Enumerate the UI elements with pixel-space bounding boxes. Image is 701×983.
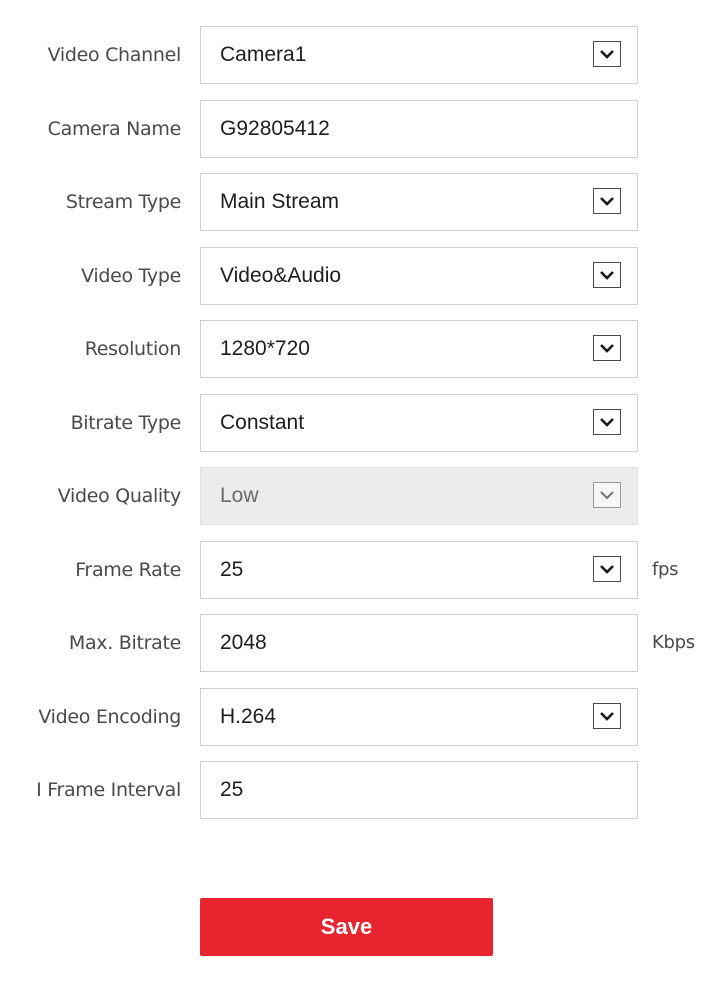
- video-quality-row: Video Quality Low: [0, 467, 701, 541]
- camera-name-label: Camera Name: [47, 117, 182, 140]
- stream-type-value: Main Stream: [220, 190, 340, 213]
- frame-rate-unit: fps: [652, 558, 679, 580]
- max-bitrate-value: 2048: [220, 631, 267, 654]
- save-button[interactable]: Save: [200, 898, 493, 956]
- video-type-select[interactable]: Video&Audio: [200, 246, 638, 305]
- max-bitrate-label: Max. Bitrate: [68, 632, 181, 654]
- video-channel-value: Camera1: [220, 43, 307, 66]
- chevron-down-icon[interactable]: [593, 408, 621, 435]
- i-frame-interval-label: I Frame Interval: [36, 779, 181, 801]
- video-type-value: Video&Audio: [220, 263, 342, 287]
- video-channel-label: Video Channel: [47, 44, 182, 66]
- stream-type-select[interactable]: Main Stream: [200, 173, 638, 231]
- resolution-value: 1280*720: [220, 337, 310, 360]
- video-quality-label: Video Quality: [57, 485, 182, 507]
- camera-name-value: G92805412: [220, 116, 330, 140]
- bitrate-type-value: Constant: [220, 410, 305, 434]
- chevron-down-icon: [593, 482, 621, 508]
- chevron-down-icon[interactable]: [593, 555, 621, 582]
- chevron-down-icon[interactable]: [593, 702, 621, 729]
- chevron-down-icon[interactable]: [593, 41, 621, 67]
- video-channel-row: Video Channel Camera1: [0, 26, 701, 100]
- resolution-row: Resolution 1280*720: [0, 320, 701, 394]
- video-settings-form: Video Channel Camera1 Camera Name G92805…: [0, 26, 701, 835]
- frame-rate-select[interactable]: 25: [200, 540, 638, 599]
- chevron-down-icon[interactable]: [593, 261, 621, 288]
- video-encoding-value: H.264: [220, 704, 277, 728]
- video-quality-select: Low: [200, 467, 638, 525]
- frame-rate-label: Frame Rate: [75, 558, 181, 581]
- camera-name-row: Camera Name G92805412: [0, 99, 701, 174]
- video-encoding-row: Video Encoding H.264: [0, 687, 701, 762]
- stream-type-label: Stream Type: [65, 191, 181, 213]
- i-frame-interval-input[interactable]: 25: [200, 761, 638, 819]
- i-frame-interval-row: I Frame Interval 25: [0, 761, 701, 835]
- chevron-down-icon[interactable]: [593, 188, 621, 214]
- video-type-row: Video Type Video&Audio: [0, 246, 701, 321]
- bitrate-type-row: Bitrate Type Constant: [0, 393, 701, 468]
- max-bitrate-row: Max. Bitrate 2048 Kbps: [0, 614, 701, 688]
- i-frame-interval-value: 25: [220, 778, 244, 801]
- video-channel-select[interactable]: Camera1: [200, 26, 638, 84]
- video-quality-value: Low: [220, 484, 259, 507]
- video-type-label: Video Type: [81, 264, 181, 287]
- camera-name-input[interactable]: G92805412: [200, 99, 638, 158]
- max-bitrate-unit: Kbps: [652, 632, 695, 653]
- video-encoding-select[interactable]: H.264: [200, 687, 638, 746]
- stream-type-row: Stream Type Main Stream: [0, 173, 701, 247]
- bitrate-type-label: Bitrate Type: [70, 411, 182, 434]
- resolution-label: Resolution: [84, 338, 182, 360]
- frame-rate-row: Frame Rate 25 fps: [0, 540, 701, 615]
- video-encoding-label: Video Encoding: [38, 705, 181, 728]
- resolution-select[interactable]: 1280*720: [200, 320, 638, 378]
- max-bitrate-input[interactable]: 2048: [200, 614, 638, 672]
- bitrate-type-select[interactable]: Constant: [200, 393, 638, 452]
- frame-rate-value: 25: [220, 557, 244, 581]
- chevron-down-icon[interactable]: [593, 335, 621, 361]
